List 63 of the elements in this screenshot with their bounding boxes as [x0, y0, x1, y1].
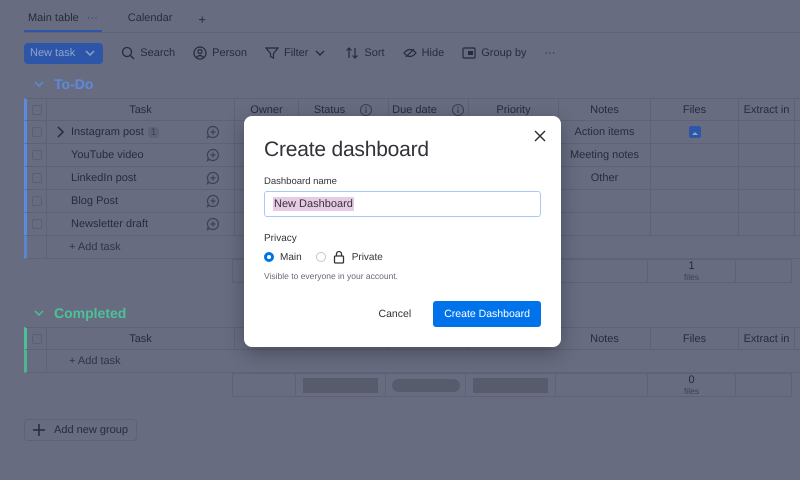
person-icon: [193, 46, 208, 60]
option-label[interactable]: Private: [352, 252, 383, 262]
add-group-button[interactable]: Add new group: [24, 419, 137, 441]
cancel-button[interactable]: Cancel: [370, 302, 420, 326]
add-task-button[interactable]: + Add task: [69, 355, 121, 367]
column-header: Task: [129, 332, 152, 344]
task-name[interactable]: Instagram post: [71, 126, 144, 138]
search-icon: [121, 46, 136, 60]
privacy-label: Privacy: [264, 233, 298, 244]
add-task-button[interactable]: + Add task: [69, 241, 121, 253]
toolbar-button[interactable]: Group by: [462, 46, 526, 60]
column-header: Owner: [250, 104, 283, 116]
eye-slash-icon: [402, 46, 417, 60]
more-icon[interactable]: ···: [86, 12, 98, 24]
task-name[interactable]: LinkedIn post: [71, 172, 136, 184]
group-icon: [462, 46, 476, 60]
new-task-button[interactable]: New task: [24, 42, 104, 64]
more-icon[interactable]: ···: [544, 47, 556, 59]
column-header: Status: [314, 104, 346, 116]
table-cell: Other: [590, 172, 618, 184]
toolbar-button[interactable]: Person: [193, 46, 247, 60]
dashboard-name-field[interactable]: New Dashboard: [264, 191, 541, 217]
add-update-icon: [206, 194, 220, 208]
toolbar-button[interactable]: Hide: [402, 46, 444, 60]
task-name[interactable]: YouTube video: [71, 149, 144, 161]
column-header: Notes: [590, 104, 619, 116]
column-header: Task: [129, 104, 152, 116]
column-header: Due date: [392, 104, 437, 116]
table-cell: Action items: [574, 126, 634, 138]
add-update-icon: [206, 171, 220, 185]
radio-button[interactable]: [264, 252, 274, 262]
task-name[interactable]: Blog Post: [71, 195, 118, 207]
add-view-button[interactable]: +: [198, 12, 206, 26]
column-header: Priority: [496, 104, 531, 116]
radio-button[interactable]: [316, 252, 326, 262]
field-label: Dashboard name: [264, 176, 338, 187]
add-update-icon: [206, 125, 220, 139]
privacy-hint: Visible to everyone in your account.: [264, 271, 400, 281]
files-count: 1: [688, 260, 695, 272]
task-name[interactable]: Newsletter draft: [71, 218, 148, 230]
table-cell: Meeting notes: [570, 149, 640, 161]
toolbar-button[interactable]: Sort: [345, 46, 385, 60]
column-header: Files: [682, 104, 706, 116]
close-icon[interactable]: [533, 129, 547, 143]
column-header: Files: [682, 332, 706, 344]
column-header: Extract in: [744, 104, 790, 116]
create-dashboard-button[interactable]: Create Dashboard: [433, 301, 541, 327]
view-tab[interactable]: Calendar: [124, 6, 176, 32]
plus-icon: [32, 423, 46, 437]
add-update-icon: [206, 217, 220, 231]
add-update-icon: [206, 148, 220, 162]
files-count: 0: [688, 374, 695, 386]
group-title[interactable]: Completed: [54, 305, 126, 321]
sort-icon: [345, 46, 360, 60]
view-tab[interactable]: Main table ···: [24, 6, 102, 32]
option-label[interactable]: Main: [280, 252, 302, 262]
filter-icon: [264, 46, 279, 60]
column-header: Extract in: [744, 332, 790, 344]
group-title[interactable]: To-Do: [54, 76, 94, 92]
toolbar-button[interactable]: Search: [121, 46, 176, 60]
column-header: Notes: [590, 332, 619, 344]
dialog-title: Create dashboard: [264, 138, 429, 162]
toolbar-button[interactable]: Filter: [264, 46, 328, 60]
